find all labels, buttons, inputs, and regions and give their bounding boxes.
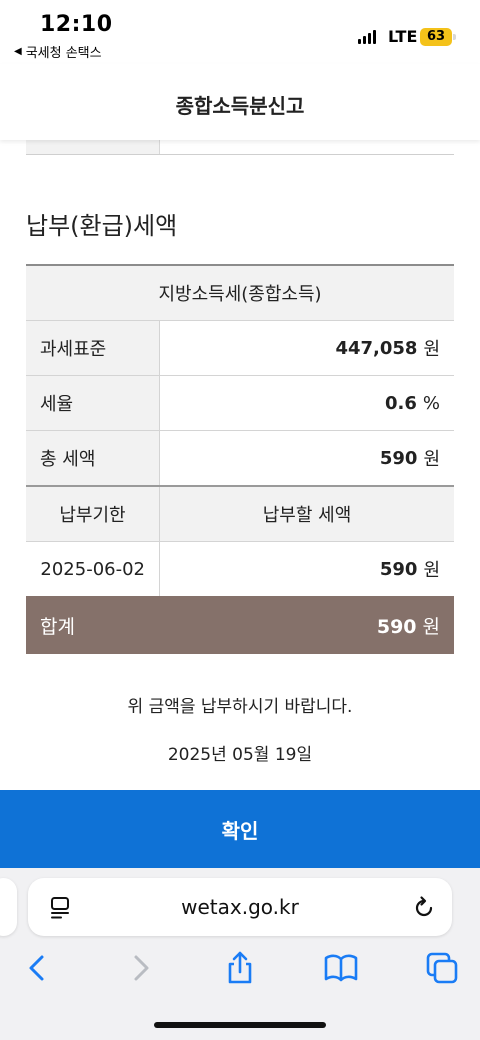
due-amount: 590 xyxy=(379,558,418,580)
battery-tip xyxy=(453,34,456,40)
status-time: 12:10 xyxy=(40,12,113,37)
total-value-cell: 590 원 xyxy=(377,612,440,639)
unit-label: 원 xyxy=(423,449,440,470)
reload-icon[interactable] xyxy=(412,895,436,919)
tax-rate: 0.6 xyxy=(385,392,417,414)
network-type: LTE xyxy=(388,27,418,46)
table-row: 과세표준 447,058 원 xyxy=(26,321,454,376)
row-label: 과세표준 xyxy=(26,321,160,375)
tax-base-amount: 447,058 xyxy=(335,337,418,359)
battery-icon: 63 xyxy=(420,28,452,46)
row-value: 447,058 원 xyxy=(160,321,454,375)
confirm-button[interactable]: 확인 xyxy=(0,790,480,868)
forward-chevron-icon[interactable] xyxy=(122,950,158,986)
row-label: 총 세액 xyxy=(26,431,160,485)
total-tax-amount: 590 xyxy=(379,447,418,469)
unit-label: % xyxy=(422,392,440,414)
due-row: 2025-06-02 590 원 xyxy=(26,542,454,596)
back-chevron-icon[interactable] xyxy=(20,950,56,986)
bookmarks-icon[interactable] xyxy=(323,950,359,986)
row-label: 세율 xyxy=(26,376,160,430)
status-bar: 12:10 ◀ 국세청 손택스 LTE 63 xyxy=(0,0,480,64)
due-header-row: 납부기한 납부할 세액 xyxy=(26,487,454,542)
table-caption: 지방소득세(종합소득) xyxy=(158,284,322,305)
share-icon[interactable] xyxy=(222,950,258,986)
tabs-icon[interactable] xyxy=(424,950,460,986)
table-row: 세율 0.6 % xyxy=(26,376,454,431)
home-indicator xyxy=(154,1022,326,1028)
page-title: 종합소득분신고 xyxy=(175,94,305,118)
total-row: 합계 590 원 xyxy=(26,596,454,654)
url-text[interactable]: wetax.go.kr xyxy=(28,895,452,919)
back-to-app-link[interactable]: ◀ 국세청 손택스 xyxy=(14,42,102,61)
back-triangle-icon: ◀ xyxy=(14,46,22,57)
tax-table: 지방소득세(종합소득) 과세표준 447,058 원 세율 0.6 % 총 세액… xyxy=(26,264,454,654)
due-date: 2025-06-02 xyxy=(26,542,160,596)
notice-date: 2025년 05월 19일 xyxy=(167,745,313,765)
table-caption-row: 지방소득세(종합소득) xyxy=(26,266,454,321)
unit-label: 원 xyxy=(422,615,440,638)
unit-label: 원 xyxy=(423,339,440,360)
payment-notice: 위 금액을 납부하시기 바랍니다. xyxy=(127,697,353,717)
back-app-label: 국세청 손택스 xyxy=(25,46,102,61)
section-title: 납부(환급)세액 xyxy=(26,212,178,240)
row-value: 590 원 xyxy=(160,431,454,485)
column-header-amount-due: 납부할 세액 xyxy=(262,505,352,526)
page-header: 종합소득분신고 xyxy=(0,64,480,140)
column-header-due-date: 납부기한 xyxy=(26,487,160,541)
unit-label: 원 xyxy=(423,560,440,581)
total-amount: 590 xyxy=(376,615,417,638)
due-amount-cell: 590 원 xyxy=(160,542,454,596)
previous-table-label-cell xyxy=(26,140,160,154)
previous-table-bottom xyxy=(26,140,454,155)
previous-tab-peek[interactable] xyxy=(0,878,17,936)
table-row: 총 세액 590 원 xyxy=(26,431,454,487)
row-value: 0.6 % xyxy=(160,376,454,430)
total-label: 합계 xyxy=(40,615,75,638)
address-bar[interactable]: wetax.go.kr xyxy=(28,878,452,936)
signal-icon xyxy=(358,30,376,44)
